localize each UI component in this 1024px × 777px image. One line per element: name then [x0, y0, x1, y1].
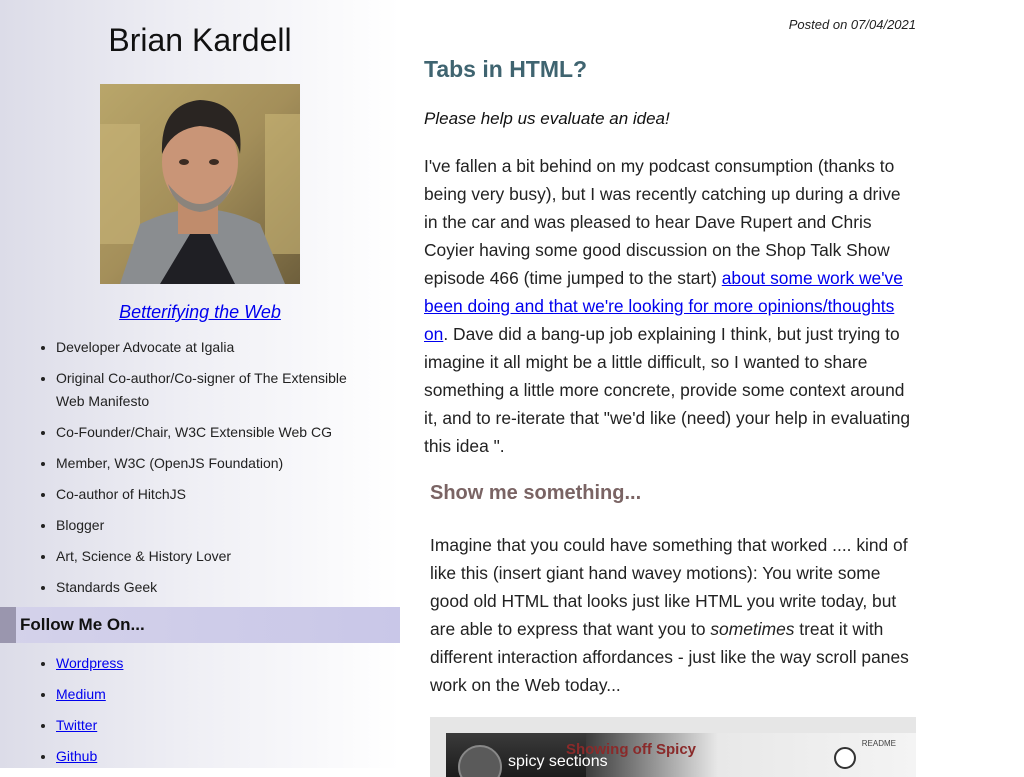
- follow-heading: Follow Me On...: [20, 615, 145, 634]
- bio-item: Original Co-author/Co-signer of The Exte…: [56, 367, 400, 413]
- channel-avatar-icon[interactable]: [458, 745, 502, 777]
- list-item: Twitter: [56, 714, 400, 737]
- site-title[interactable]: Brian Kardell: [0, 22, 400, 59]
- bio-item: Blogger: [56, 514, 400, 537]
- follow-accent: [0, 607, 16, 643]
- bio-item: Standards Geek: [56, 576, 400, 599]
- post-title: Tabs in HTML?: [424, 56, 588, 82]
- video-thumb-text: README: [861, 739, 896, 748]
- bio-list: Developer Advocate at Igalia Original Co…: [0, 336, 400, 607]
- posted-date: Posted on 07/04/2021: [788, 17, 916, 32]
- list-item: Wordpress: [56, 652, 400, 675]
- emphasis-text: sometimes: [710, 619, 795, 639]
- bio-item: Member, W3C (OpenJS Foundation): [56, 452, 400, 475]
- follow-heading-bar: Follow Me On...: [0, 607, 400, 643]
- medium-link[interactable]: Medium: [56, 686, 106, 702]
- bio-item: Co-Founder/Chair, W3C Extensible Web CG: [56, 421, 400, 444]
- video-title[interactable]: spicy sections: [508, 753, 608, 771]
- bio-item: Developer Advocate at Igalia: [56, 336, 400, 359]
- list-item: Medium: [56, 683, 400, 706]
- tagline-link[interactable]: Betterifying the Web: [0, 302, 400, 323]
- bio-item: Co-author of HitchJS: [56, 483, 400, 506]
- github-link[interactable]: Github: [56, 748, 97, 764]
- video-embed[interactable]: Showing off Spicy spicy sections README: [430, 717, 916, 777]
- post-paragraph-1: I've fallen a bit behind on my podcast c…: [424, 152, 916, 460]
- wordpress-link[interactable]: Wordpress: [56, 655, 123, 671]
- post-intro: Please help us evaluate an idea!: [424, 109, 670, 128]
- watch-later-icon[interactable]: [834, 747, 856, 769]
- avatar: [100, 84, 300, 284]
- video-player[interactable]: Showing off Spicy spicy sections README: [446, 733, 916, 777]
- paragraph-text: . Dave did a bang-up job explaining I th…: [424, 324, 911, 456]
- post-paragraph-2: Imagine that you could have something th…: [430, 531, 916, 699]
- profile-photo: [100, 84, 300, 284]
- twitter-link[interactable]: Twitter: [56, 717, 97, 733]
- bio-item: Art, Science & History Lover: [56, 545, 400, 568]
- section-heading: Show me something...: [430, 482, 642, 504]
- social-links: Wordpress Medium Twitter Github: [0, 652, 400, 776]
- list-item: Github: [56, 745, 400, 768]
- sidebar: Brian Kardell Betterifying the Web • Dev…: [0, 0, 400, 768]
